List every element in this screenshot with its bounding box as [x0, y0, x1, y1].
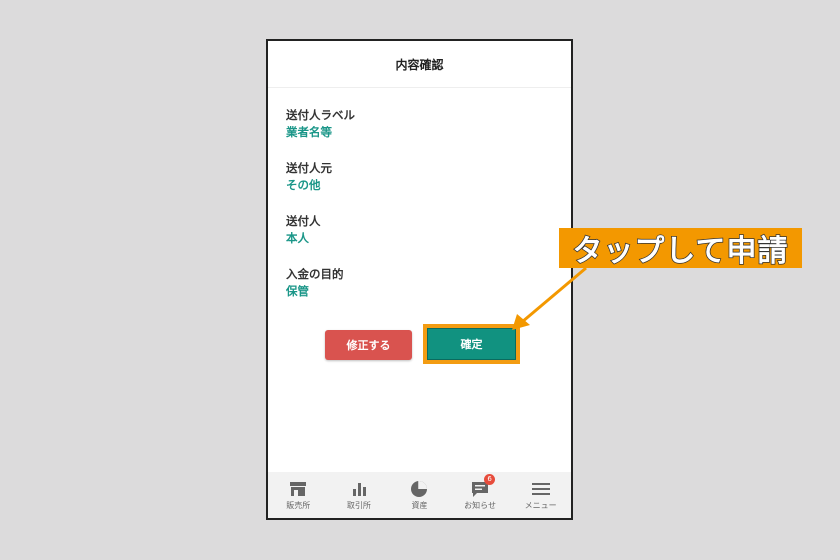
field-sender-origin: 送付人元 その他 [286, 160, 571, 194]
field-deposit-purpose: 入金の目的 保管 [286, 266, 571, 300]
field-value: 業者名等 [286, 125, 332, 139]
confirm-button-highlight: 確定 [423, 324, 520, 364]
store-icon [288, 480, 308, 498]
nav-item-store[interactable]: 販売所 [268, 480, 328, 511]
field-label: 入金の目的 [286, 267, 344, 281]
hamburger-menu-icon [531, 480, 551, 498]
field-label: 送付人ラベル [286, 108, 355, 122]
action-buttons: 修正する 確定 [268, 324, 571, 367]
pie-chart-icon [409, 480, 429, 498]
confirmation-details: 送付人ラベル 業者名等 送付人元 その他 送付人 本人 入金の目的 保管 [268, 107, 571, 300]
field-value: 本人 [286, 231, 309, 245]
field-value: 保管 [286, 284, 309, 298]
bar-chart-icon [349, 480, 369, 498]
nav-item-assets[interactable]: 資産 [389, 480, 449, 511]
field-label: 送付人 [286, 214, 321, 228]
nav-item-exchange[interactable]: 取引所 [329, 480, 389, 511]
field-sender: 送付人 本人 [286, 213, 571, 247]
annotation-callout: タップして申請 [559, 228, 802, 270]
bottom-nav: 販売所 取引所 資産 6 お知らせ メニュー [268, 472, 571, 518]
notification-badge: 6 [484, 473, 496, 485]
field-label: 送付人元 [286, 161, 332, 175]
nav-label: 販売所 [286, 500, 311, 510]
nav-label: メニュー [524, 500, 557, 510]
confirm-button[interactable]: 確定 [427, 328, 516, 360]
nav-item-notifications[interactable]: 6 お知らせ [450, 473, 510, 511]
page-title: 内容確認 [268, 41, 571, 88]
field-sender-label: 送付人ラベル 業者名等 [286, 107, 571, 141]
nav-item-menu[interactable]: メニュー [511, 480, 571, 511]
nav-label: 取引所 [346, 500, 371, 510]
phone-screen: 内容確認 送付人ラベル 業者名等 送付人元 その他 送付人 本人 入金の目的 保… [266, 39, 573, 520]
edit-button[interactable]: 修正する [325, 330, 412, 360]
field-value: その他 [286, 178, 321, 192]
nav-label: 資産 [411, 500, 428, 510]
nav-label: お知らせ [464, 500, 496, 510]
